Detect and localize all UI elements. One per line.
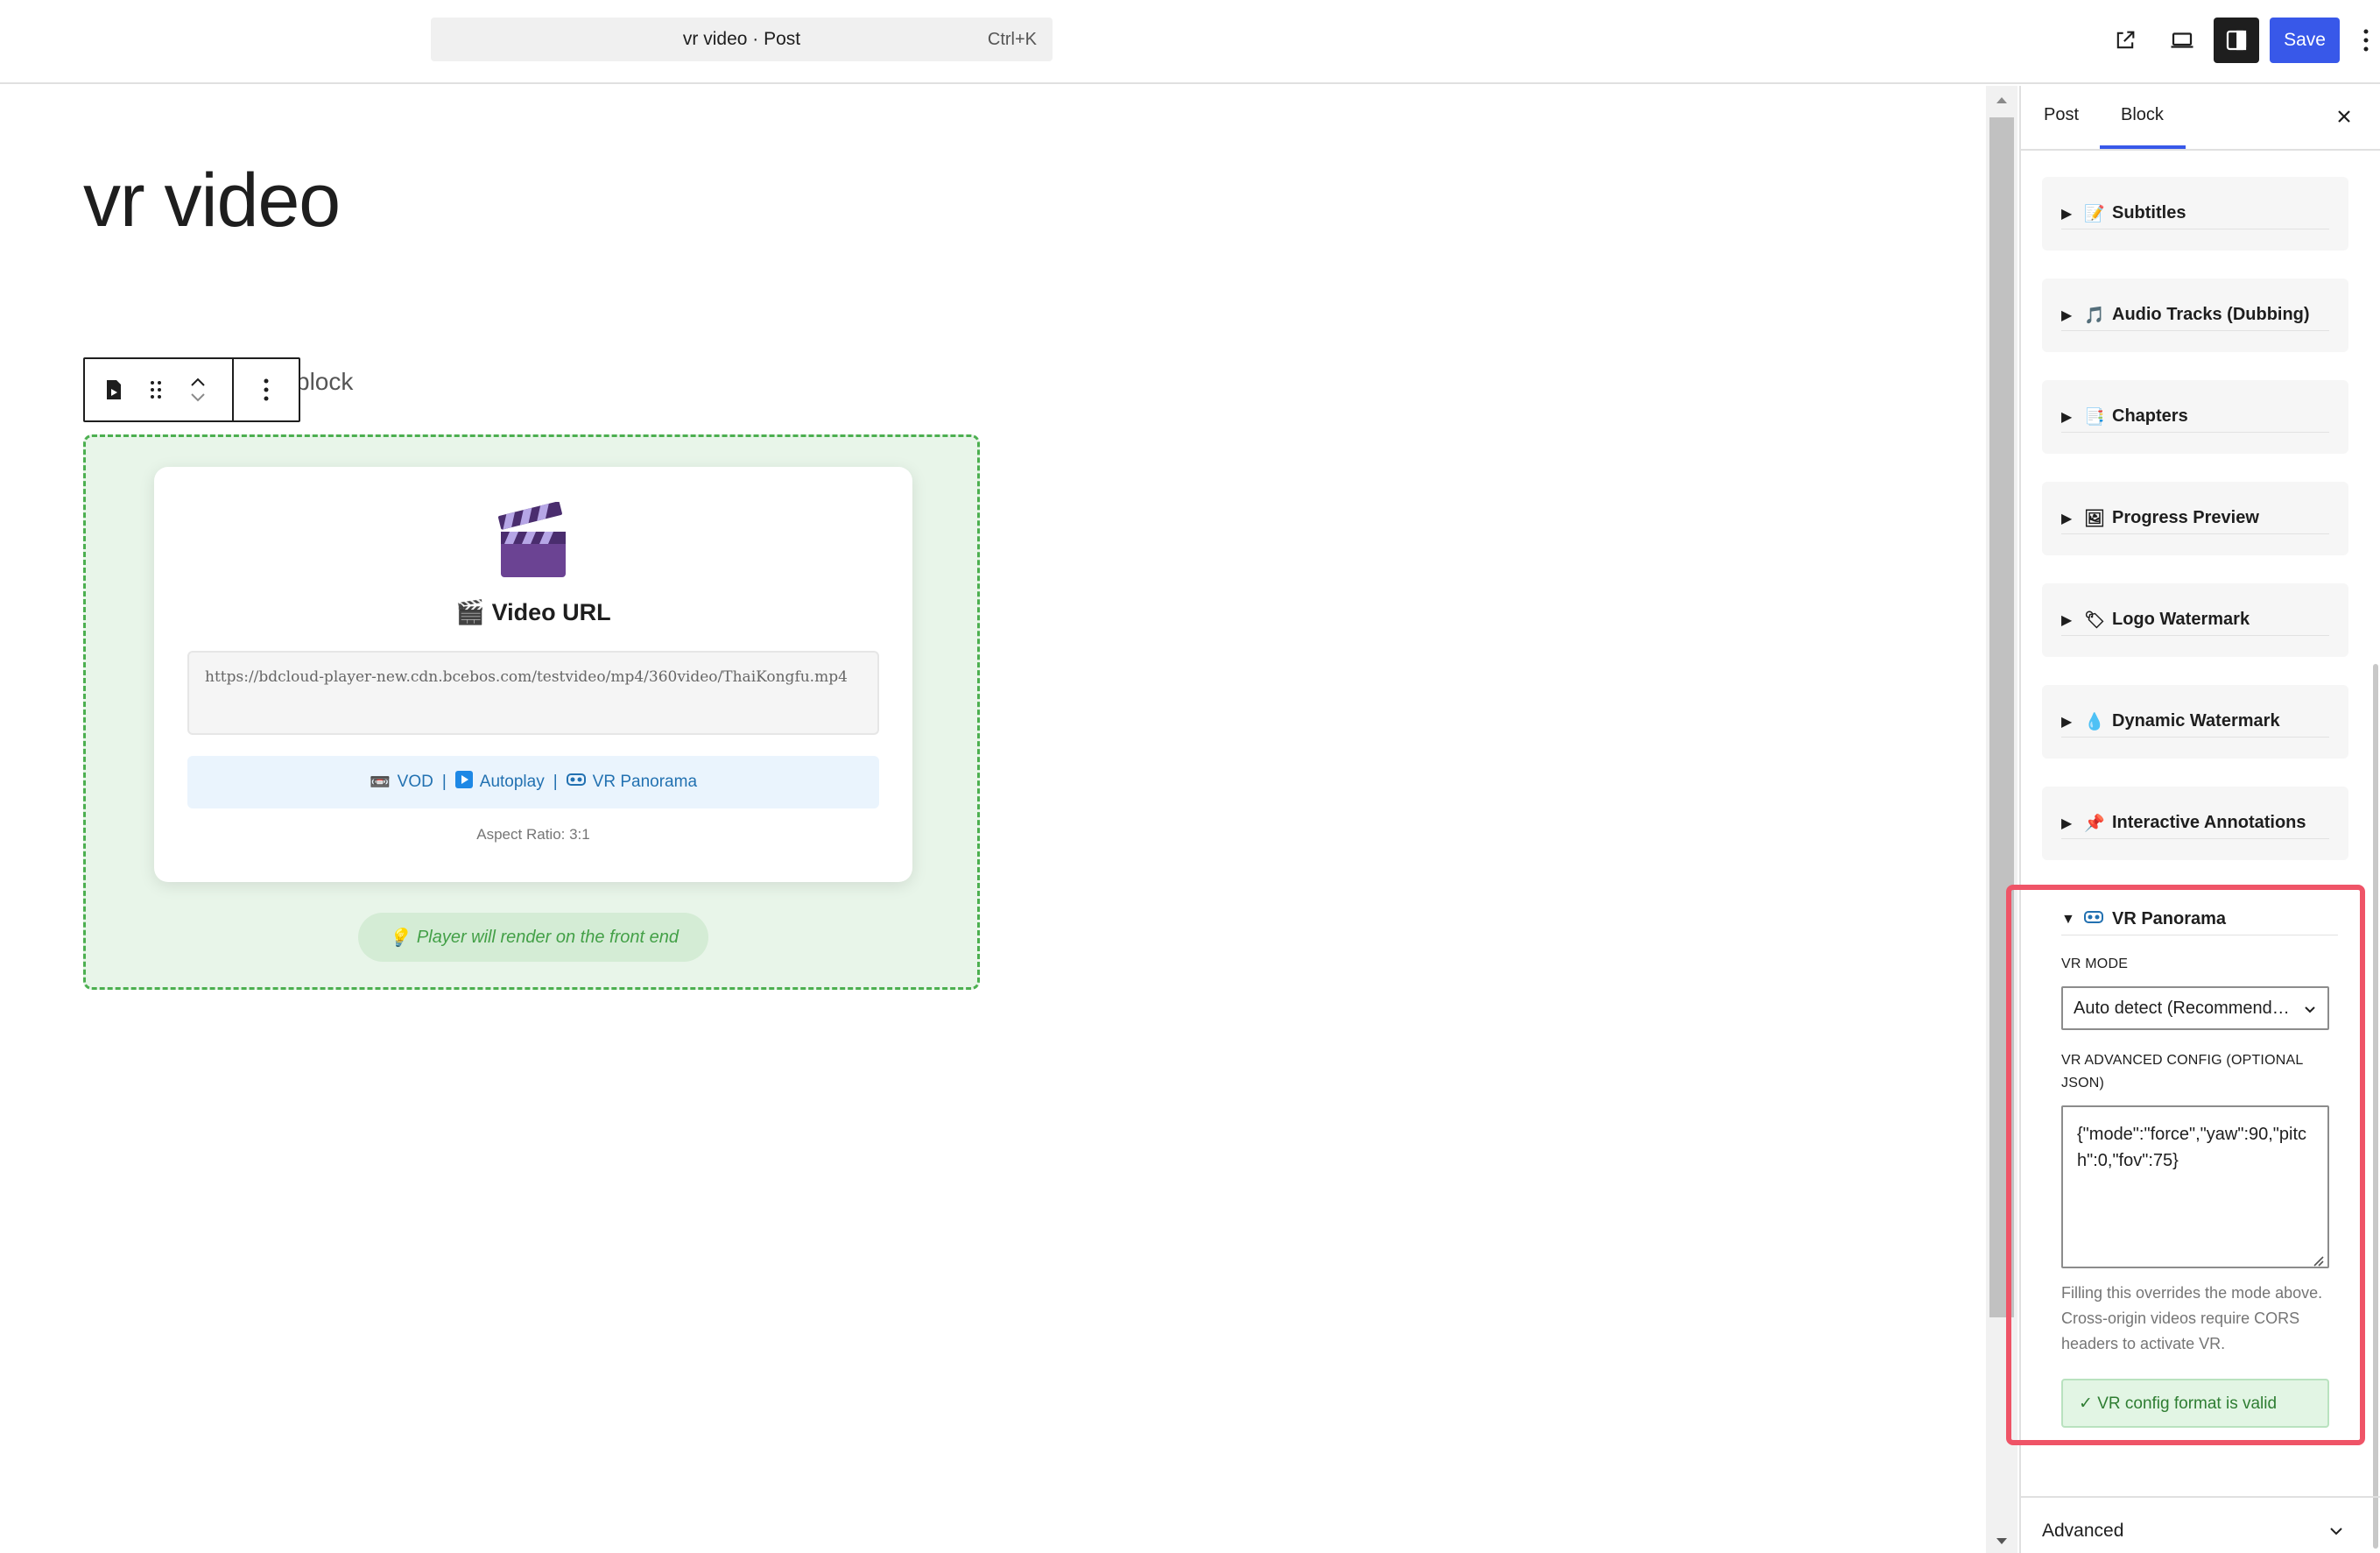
settings-sidebar: Post Block ▶ 📝 Subtitles ▶ 🎵 Audio Track… xyxy=(2019,86,2380,1553)
triangle-right-icon: ▶ xyxy=(2061,815,2073,831)
video-config-card: 🎬 Video URL https://bdcloud-player-new.c… xyxy=(154,467,912,882)
panel-title: Audio Tracks (Dubbing) xyxy=(2112,305,2310,324)
save-button[interactable]: Save xyxy=(2270,18,2340,63)
sidebar-scrollbar[interactable] xyxy=(2373,664,2378,1549)
mode-vod: VOD xyxy=(397,773,433,791)
external-link-icon[interactable] xyxy=(2102,18,2148,63)
bookmark-tabs-icon: 📑 xyxy=(2084,407,2105,427)
video-url-field[interactable]: https://bdcloud-player-new.cdn.bcebos.co… xyxy=(187,651,879,735)
tab-post[interactable]: Post xyxy=(2044,105,2079,125)
vr-help-text: Filling this overrides the mode above. C… xyxy=(2061,1284,2323,1352)
music-note-icon: 🎵 xyxy=(2084,306,2105,325)
panel-title: Chapters xyxy=(2112,406,2188,426)
vr-valid-notice: ✓ VR config format is valid xyxy=(2061,1379,2329,1428)
triangle-right-icon: ▶ xyxy=(2061,511,2073,526)
panel-title: Subtitles xyxy=(2112,203,2186,222)
droplet-icon: 💧 xyxy=(2084,712,2105,731)
scroll-down-arrow-icon[interactable] xyxy=(1993,1533,2010,1550)
mode-separator: | xyxy=(441,773,447,791)
video-player-block[interactable]: 🎬 Video URL https://bdcloud-player-new.c… xyxy=(83,434,980,990)
sidebar-toggle-icon[interactable] xyxy=(2214,18,2259,63)
picture-icon: 🖼 xyxy=(2084,509,2106,528)
move-down-icon[interactable] xyxy=(189,392,207,403)
scrollbar-thumb[interactable] xyxy=(1989,117,2014,1317)
playback-modes: 📼 VOD | Autoplay | VR Panorama xyxy=(187,756,879,808)
advanced-panel[interactable]: Advanced xyxy=(2021,1496,2380,1553)
triangle-right-icon: ▶ xyxy=(2061,612,2073,628)
panel-interactive-annotations[interactable]: ▶ 📌 Interactive Annotations xyxy=(2042,787,2348,860)
vr-mode-label: VR Mode xyxy=(2061,957,2129,971)
panel-title: VR Panorama xyxy=(2112,909,2227,928)
vr-mode-select[interactable]: Auto detect (Recommended) xyxy=(2061,986,2329,1030)
move-up-icon[interactable] xyxy=(189,377,207,387)
panel-chapters[interactable]: ▶ 📑 Chapters xyxy=(2042,380,2348,454)
panel-progress-preview[interactable]: ▶ 🖼 Progress Preview xyxy=(2042,482,2348,555)
triangle-right-icon: ▶ xyxy=(2061,714,2073,730)
mode-autoplay: Autoplay xyxy=(479,773,545,791)
more-options-icon[interactable] xyxy=(250,368,283,412)
label-tag-icon: 🏷 xyxy=(2084,611,2106,630)
panel-header[interactable]: ▶ 💧 Dynamic Watermark xyxy=(2061,706,2329,738)
block-toolbar xyxy=(83,357,300,422)
desktop-preview-icon[interactable] xyxy=(2159,18,2205,63)
panel-header[interactable]: ▶ 📝 Subtitles xyxy=(2061,198,2329,229)
panel-header[interactable]: ▶ 🖼 Progress Preview xyxy=(2061,503,2329,534)
triangle-right-icon: ▶ xyxy=(2061,409,2073,425)
vr-goggles-icon xyxy=(2084,909,2103,930)
render-note-text: Player will render on the front end xyxy=(416,927,679,947)
panel-header[interactable]: ▶ 🏷 Logo Watermark xyxy=(2061,604,2329,636)
block-placeholder-text: block xyxy=(296,368,354,395)
panel-header[interactable]: ▶ 📌 Interactive Annotations xyxy=(2061,808,2329,839)
panel-header[interactable]: ▶ 📑 Chapters xyxy=(2061,401,2329,433)
command-palette-button[interactable]: vr video · Post Ctrl+K xyxy=(431,18,1053,61)
vr-config-label: VR Advanced Config (Optional JSON) xyxy=(2061,1053,2303,1091)
move-buttons xyxy=(181,368,215,412)
vr-config-textarea[interactable]: {"mode":"force","yaw":90,"pitch":0,"fov"… xyxy=(2061,1105,2329,1268)
video-block-icon[interactable] xyxy=(97,368,130,412)
mode-vr: VR Panorama xyxy=(592,773,698,791)
sidebar-tabs: Post Block xyxy=(2021,86,2380,151)
command-palette-title: vr video · Post xyxy=(682,29,801,49)
panel-dynamic-watermark[interactable]: ▶ 💧 Dynamic Watermark xyxy=(2042,685,2348,759)
active-tab-indicator xyxy=(2100,145,2186,149)
autoplay-icon xyxy=(454,771,473,794)
pushpin-icon: 📌 xyxy=(2084,814,2105,833)
panel-header[interactable]: ▶ 🎵 Audio Tracks (Dubbing) xyxy=(2061,300,2329,331)
memo-icon: 📝 xyxy=(2084,204,2105,223)
resize-handle-icon[interactable] xyxy=(2310,1253,2324,1267)
triangle-right-icon: ▶ xyxy=(2061,206,2073,222)
clapperboard-small-icon: 🎬 xyxy=(455,599,486,625)
chevron-down-icon xyxy=(2305,1006,2315,1013)
triangle-right-icon: ▶ xyxy=(2061,307,2073,323)
editor-header: vr video · Post Ctrl+K Save xyxy=(0,0,2380,84)
aspect-ratio-label: Aspect Ratio: 3:1 xyxy=(476,826,590,843)
close-icon[interactable] xyxy=(2331,103,2357,130)
video-url-heading: 🎬 Video URL xyxy=(154,598,912,626)
lightbulb-icon: 💡 xyxy=(388,928,410,948)
video-url-heading-text: Video URL xyxy=(491,599,611,625)
panel-subtitles[interactable]: ▶ 📝 Subtitles xyxy=(2042,177,2348,251)
chevron-down-icon xyxy=(2330,1528,2342,1535)
render-note: 💡 Player will render on the front end xyxy=(358,913,708,962)
panel-logo-watermark[interactable]: ▶ 🏷 Logo Watermark xyxy=(2042,583,2348,657)
vr-goggles-icon xyxy=(566,772,586,793)
triangle-down-icon: ▼ xyxy=(2061,911,2075,927)
vod-icon: 📼 xyxy=(369,773,391,792)
scroll-up-arrow-icon[interactable] xyxy=(1993,91,2010,109)
panel-title: Logo Watermark xyxy=(2112,610,2250,629)
tab-block[interactable]: Block xyxy=(2121,105,2164,125)
post-title[interactable]: vr video xyxy=(83,158,341,244)
panel-header-vr[interactable]: ▼ VR Panorama xyxy=(2061,904,2338,935)
clapperboard-icon xyxy=(497,501,569,581)
panel-title: Interactive Annotations xyxy=(2112,813,2306,832)
command-palette-shortcut: Ctrl+K xyxy=(987,30,1037,49)
drag-handle-icon[interactable] xyxy=(139,368,173,412)
panel-title: Dynamic Watermark xyxy=(2112,711,2280,731)
panel-title: Progress Preview xyxy=(2112,508,2259,527)
mode-separator: | xyxy=(553,773,558,791)
panel-audio-tracks[interactable]: ▶ 🎵 Audio Tracks (Dubbing) xyxy=(2042,279,2348,352)
options-icon[interactable] xyxy=(2355,21,2376,60)
advanced-label: Advanced xyxy=(2042,1521,2124,1541)
